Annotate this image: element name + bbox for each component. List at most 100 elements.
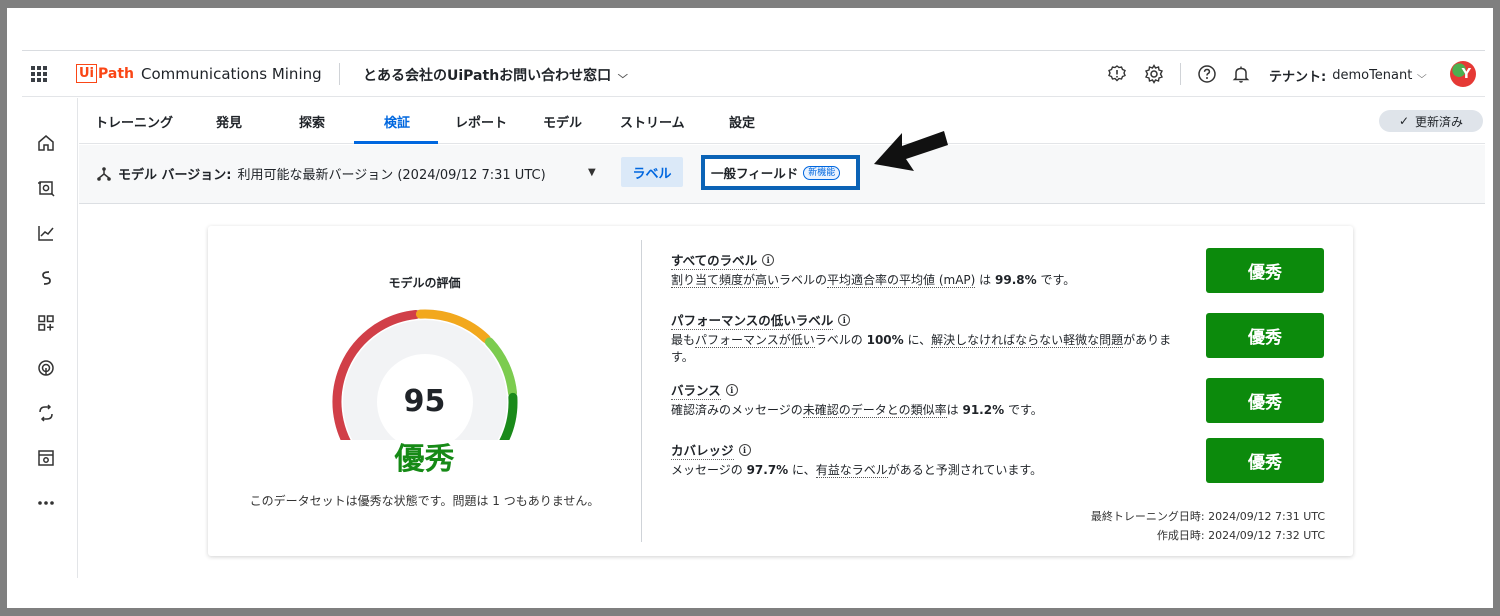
left-sidebar bbox=[22, 98, 78, 578]
info-icon[interactable]: i bbox=[725, 384, 738, 396]
created-timestamp: 作成日時: 2024/09/12 7:32 UTC bbox=[1156, 529, 1325, 542]
metric-description: 最もパフォーマンスが低いラベルの 100% に、解決しなければならない軽微な問題… bbox=[671, 332, 1191, 366]
tab-streams[interactable]: ストリーム bbox=[620, 112, 685, 131]
metric-description: メッセージの 97.7% に、有益なラベルがあると予測されています。 bbox=[671, 462, 1191, 479]
label-button[interactable]: ラベル bbox=[621, 157, 683, 187]
store-icon[interactable] bbox=[36, 448, 56, 468]
term-link[interactable]: パフォーマンスが低い bbox=[695, 333, 815, 348]
text: は bbox=[975, 273, 995, 287]
uipath-logo[interactable]: Ui Path Communications Mining bbox=[76, 64, 322, 83]
metric-description: 割り当て頻度が高いラベルの平均適合率の平均値 (mAP) は 99.8% です。 bbox=[671, 272, 1191, 289]
text: は bbox=[946, 403, 963, 417]
sync-icon[interactable] bbox=[36, 403, 56, 423]
bell-icon[interactable] bbox=[1230, 63, 1252, 85]
chart-icon[interactable] bbox=[36, 223, 56, 243]
term-link[interactable]: 未確認のデータとの類似率 bbox=[802, 403, 947, 418]
metric-value: 91.2% bbox=[962, 403, 1005, 417]
term-link[interactable]: 割り当て頻度が高い bbox=[671, 273, 780, 288]
header-divider-2 bbox=[1180, 63, 1181, 85]
apps-grid-icon[interactable] bbox=[31, 66, 47, 82]
grade-label: 優秀 bbox=[394, 442, 455, 477]
metric-low-performing: パフォーマンスの低いラベル i 最もパフォーマンスが低いラベルの 100% に、解… bbox=[671, 310, 1191, 366]
status-badge[interactable]: ✓ 更新済み bbox=[1379, 110, 1483, 132]
status-label: 更新済み bbox=[1415, 114, 1464, 129]
tenant-value: demoTenant bbox=[1332, 68, 1413, 83]
metric-balance: バランス i 確認済みのメッセージの未確認のデータとの類似率は 91.2% です。 bbox=[671, 380, 1191, 419]
text: メッセージの bbox=[671, 463, 747, 477]
chevron-down-icon: ⌵ bbox=[1417, 70, 1428, 81]
signal-icon[interactable] bbox=[36, 358, 56, 378]
avatar-initial: Y bbox=[1461, 66, 1471, 82]
tenant-label: テナント: bbox=[1269, 70, 1327, 85]
project-name: とある会社のUiPathお問い合わせ窓口 bbox=[363, 68, 612, 84]
text: があると予測されています。 bbox=[887, 463, 1043, 477]
alert-icon[interactable] bbox=[1106, 63, 1128, 85]
header-divider bbox=[339, 63, 340, 85]
dataset-icon[interactable] bbox=[36, 178, 56, 198]
metric-value: 99.8% bbox=[995, 273, 1037, 287]
metric-value: 100% bbox=[866, 333, 904, 347]
metric-value: 97.7% bbox=[746, 463, 789, 477]
apps-add-icon[interactable] bbox=[36, 313, 56, 333]
dropdown-arrow-icon[interactable]: ▼ bbox=[588, 167, 596, 178]
info-icon[interactable]: i bbox=[838, 314, 851, 326]
last-trained-timestamp: 最終トレーニング日時: 2024/09/12 7:31 UTC bbox=[1090, 510, 1325, 523]
model-version-selector[interactable]: モデル バージョン: 利用可能な最新バージョン (2024/09/12 7:31… bbox=[96, 164, 546, 183]
tab-settings[interactable]: 設定 bbox=[729, 112, 755, 131]
project-selector[interactable]: とある会社のUiPathお問い合わせ窓口 ⌵ bbox=[363, 65, 628, 85]
term-link[interactable]: 有益なラベル bbox=[815, 463, 888, 478]
avatar[interactable]: Y bbox=[1450, 61, 1476, 87]
text: です。 bbox=[1036, 273, 1076, 287]
metric-all-labels: すべてのラベル i 割り当て頻度が高いラベルの平均適合率の平均値 (mAP) は … bbox=[671, 250, 1191, 289]
chevron-down-icon: ⌵ bbox=[618, 69, 628, 81]
metric-title[interactable]: すべてのラベル bbox=[671, 250, 758, 270]
info-icon[interactable]: i bbox=[762, 254, 775, 266]
tab-training[interactable]: トレーニング bbox=[95, 112, 173, 131]
active-tab-indicator bbox=[354, 141, 438, 144]
text: に、 bbox=[788, 463, 816, 477]
more-icon[interactable] bbox=[36, 493, 56, 513]
summary-text: このデータセットは優秀な状態です。問題は 1 つもありません。 bbox=[249, 494, 600, 508]
text: 確認済みのメッセージの bbox=[671, 403, 803, 417]
logo-path: Path bbox=[98, 65, 135, 82]
gear-icon[interactable] bbox=[1143, 63, 1165, 85]
metric-title[interactable]: パフォーマンスの低いラベル bbox=[671, 310, 834, 330]
tab-reports[interactable]: レポート bbox=[455, 112, 507, 131]
score-value: 95 bbox=[403, 384, 446, 419]
check-icon: ✓ bbox=[1398, 114, 1410, 128]
tab-discover[interactable]: 発見 bbox=[216, 112, 242, 131]
tenant-selector[interactable]: テナント: demoTenant ⌵ bbox=[1269, 66, 1428, 85]
model-branch-icon bbox=[97, 166, 111, 181]
tab-bar: トレーニング 発見 探索 検証 レポート モデル ストリーム 設定 ✓ 更新済み bbox=[79, 98, 1485, 144]
screenshot-frame: Ui Path Communications Mining とある会社のUiPa… bbox=[7, 8, 1493, 608]
app-window: Ui Path Communications Mining とある会社のUiPa… bbox=[22, 50, 1485, 578]
help-icon[interactable] bbox=[1196, 63, 1218, 85]
grade-badge: 優秀 bbox=[1206, 313, 1324, 358]
product-name: Communications Mining bbox=[141, 64, 322, 83]
metric-title[interactable]: バランス bbox=[671, 380, 721, 400]
evaluation-title: モデルの評価 bbox=[388, 276, 461, 290]
score-gauge bbox=[332, 309, 518, 440]
tab-explore[interactable]: 探索 bbox=[299, 112, 325, 131]
metric-title[interactable]: カバレッジ bbox=[671, 440, 734, 460]
model-version-label: モデル バージョン: bbox=[118, 168, 232, 183]
general-fields-button[interactable]: 一般フィールド 新機能 bbox=[701, 155, 860, 190]
general-fields-label: 一般フィールド bbox=[711, 166, 799, 181]
info-icon[interactable]: i bbox=[738, 444, 751, 456]
metric-description: 確認済みのメッセージの未確認のデータとの類似率は 91.2% です。 bbox=[671, 402, 1191, 419]
model-version-value: 利用可能な最新バージョン (2024/09/12 7:31 UTC) bbox=[237, 168, 546, 183]
model-toolbar: モデル バージョン: 利用可能な最新バージョン (2024/09/12 7:31… bbox=[79, 145, 1485, 204]
tab-validation[interactable]: 検証 bbox=[384, 112, 410, 131]
validation-summary-card: モデルの評価 95 優秀 このデータセットは優秀な状態です。問題は 1 つもあり… bbox=[208, 226, 1353, 556]
grade-badge: 優秀 bbox=[1206, 378, 1324, 423]
text: ラベルの bbox=[814, 333, 867, 347]
home-icon[interactable] bbox=[36, 133, 56, 153]
term-link[interactable]: 平均適合率の平均値 (mAP) bbox=[827, 273, 976, 288]
text: に、 bbox=[903, 333, 932, 347]
term-link[interactable]: 解決しなければならない軽微な問題 bbox=[931, 333, 1124, 348]
top-header: Ui Path Communications Mining とある会社のUiPa… bbox=[22, 51, 1485, 97]
streams-icon[interactable] bbox=[36, 268, 56, 288]
text: ラベルの bbox=[779, 273, 828, 287]
annotation-arrow-icon bbox=[874, 131, 948, 171]
tab-models[interactable]: モデル bbox=[543, 112, 582, 131]
